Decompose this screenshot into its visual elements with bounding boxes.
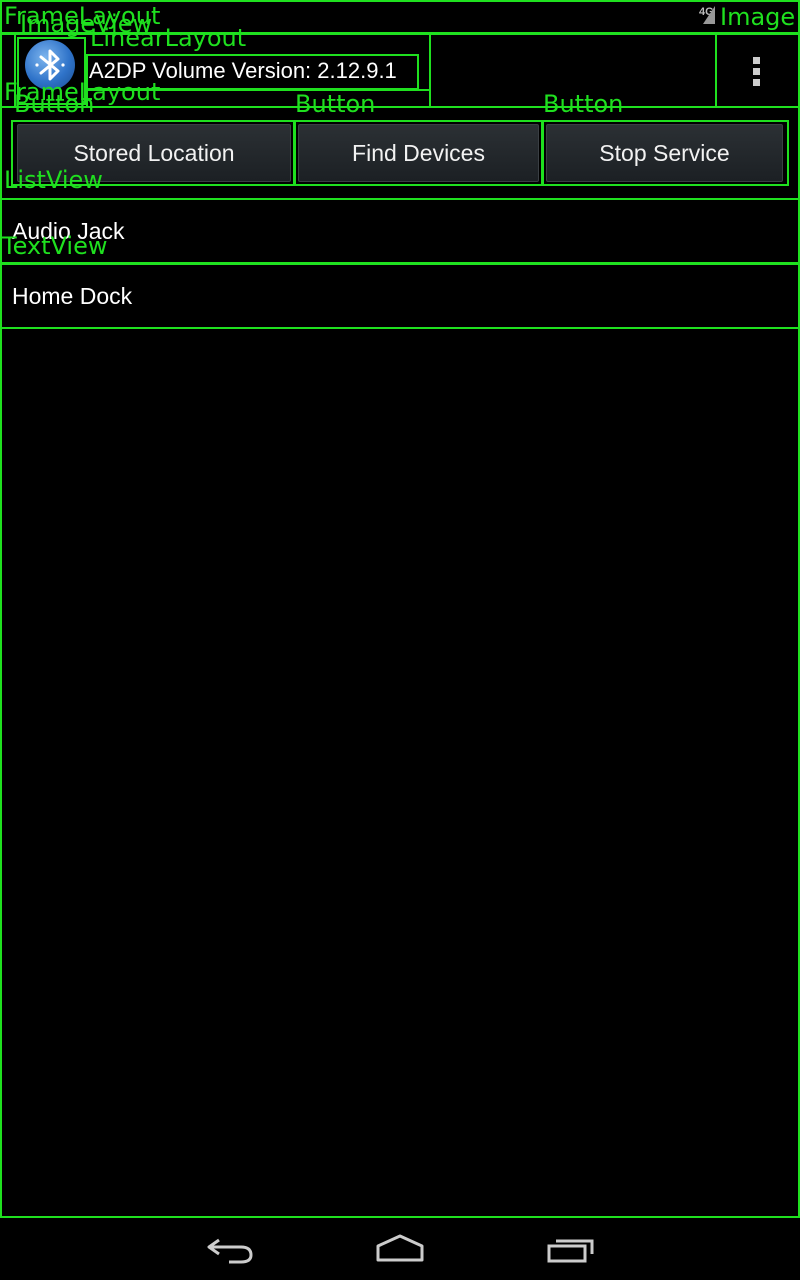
list-item-home-dock[interactable]: Home Dock: [0, 264, 800, 328]
back-icon[interactable]: [205, 1232, 255, 1266]
find-devices-button[interactable]: Find Devices: [298, 124, 539, 182]
app-title: A2DP Volume Version: 2.12.9.1: [89, 58, 397, 83]
overlay-list-view: [0, 198, 800, 1218]
bluetooth-icon[interactable]: [25, 40, 75, 90]
list-item-audio-jack[interactable]: Audio Jack: [0, 199, 800, 263]
stored-location-button[interactable]: Stored Location: [17, 124, 291, 182]
overlay-root-frame: [0, 0, 800, 1218]
overflow-menu-icon[interactable]: [716, 35, 798, 106]
signal-icon: [703, 6, 715, 24]
home-icon[interactable]: [374, 1232, 426, 1266]
recent-apps-icon[interactable]: [546, 1232, 598, 1266]
stop-service-button[interactable]: Stop Service: [546, 124, 783, 182]
status-bar: 4G: [0, 0, 800, 33]
